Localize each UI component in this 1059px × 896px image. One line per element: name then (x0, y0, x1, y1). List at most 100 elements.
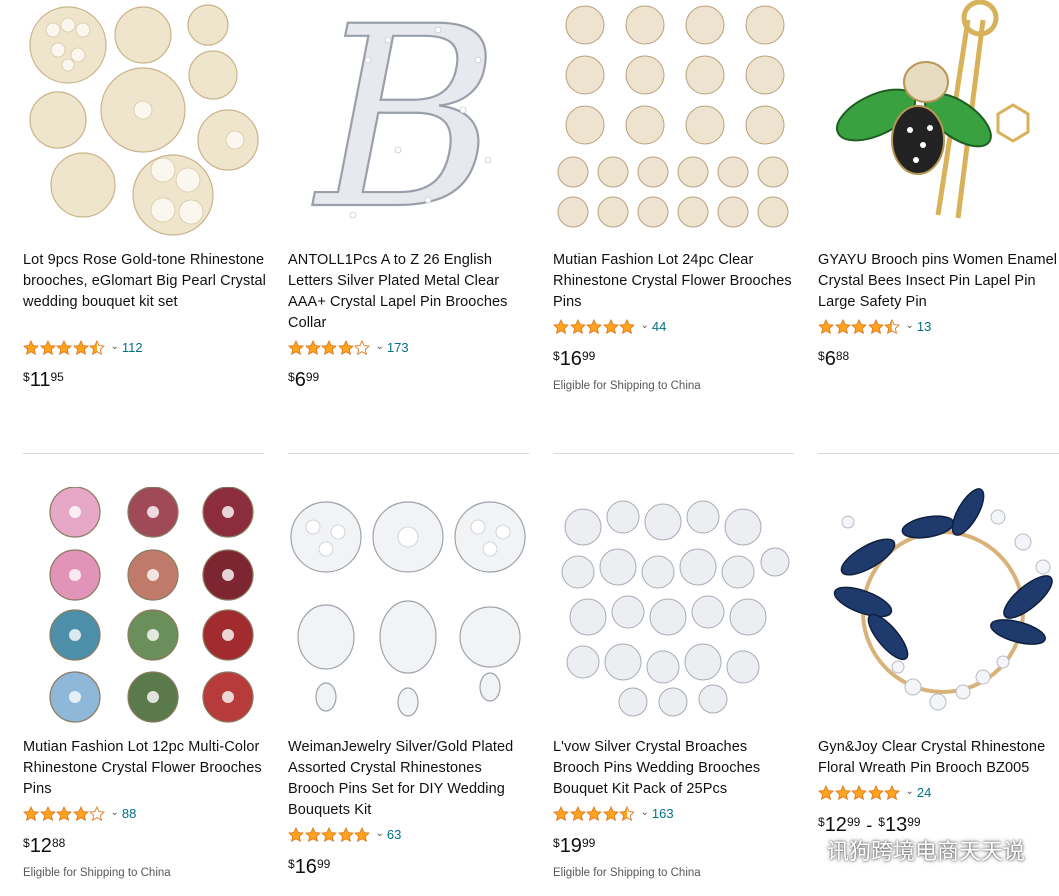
shipping-eligibility: Eligible for Shipping to China (553, 380, 701, 392)
star-rating[interactable] (23, 805, 106, 821)
star-icon (354, 339, 370, 355)
price-whole: 19 (559, 835, 582, 857)
chevron-down-icon[interactable]: ⌄ (111, 342, 119, 352)
product-price: $ 6 88 (818, 348, 849, 370)
product-image[interactable] (818, 487, 1059, 723)
chevron-down-icon[interactable]: ⌄ (111, 808, 119, 818)
review-count[interactable]: 63 (387, 827, 401, 842)
review-count[interactable]: 24 (917, 785, 931, 800)
star-rating[interactable] (23, 339, 106, 355)
price-whole: 16 (559, 348, 582, 370)
star-icon (586, 318, 602, 334)
product-title[interactable]: L'vow Silver Crystal Broaches Brooch Pin… (553, 737, 796, 800)
product-image[interactable]: B (288, 0, 529, 236)
product-image[interactable] (23, 0, 264, 236)
svg-text:B: B (312, 0, 500, 236)
product-price: $ 12 99 - $ 13 99 (818, 814, 921, 836)
shipping-eligibility: Eligible for Shipping to China (553, 867, 701, 879)
product-title[interactable]: WeimanJewelry Silver/Gold Plated Assorte… (288, 737, 531, 821)
product-rating[interactable]: ⌄ 173 (288, 338, 409, 356)
product-price: $ 16 99 (553, 348, 595, 370)
star-icon (354, 826, 370, 842)
row-divider (23, 453, 264, 454)
product-rating[interactable]: ⌄ 24 (818, 783, 931, 801)
chevron-down-icon[interactable]: ⌄ (376, 829, 384, 839)
star-icon (884, 318, 900, 334)
chevron-down-icon[interactable]: ⌄ (906, 787, 914, 797)
price-fraction: 99 (316, 857, 331, 871)
price-fraction: 88 (835, 349, 850, 363)
price-whole: 6 (294, 369, 306, 391)
price-fraction: 88 (51, 836, 66, 850)
product-image[interactable] (553, 487, 794, 723)
star-icon (867, 318, 884, 334)
row-divider (553, 453, 794, 454)
product-image[interactable] (818, 0, 1059, 236)
product-rating[interactable]: ⌄ 112 (23, 338, 143, 356)
product-title[interactable]: GYAYU Brooch pins Women Enamel Crystal B… (818, 250, 1059, 313)
star-rating[interactable] (288, 826, 371, 842)
product-title[interactable]: Lot 9pcs Rose Gold-tone Rhinestone brooc… (23, 250, 266, 313)
star-rating[interactable] (288, 339, 371, 355)
price-symbol: $ (288, 857, 295, 871)
price-whole: 6 (824, 348, 836, 370)
row-divider (288, 453, 529, 454)
product-rating[interactable]: ⌄ 63 (288, 825, 401, 843)
chevron-down-icon[interactable]: ⌄ (641, 808, 649, 818)
price-fraction: 99 (305, 370, 320, 384)
star-icon (304, 339, 321, 355)
product-title[interactable]: Mutian Fashion Lot 12pc Multi-Color Rhin… (23, 737, 266, 800)
star-rating[interactable] (553, 318, 636, 334)
star-icon (56, 805, 72, 821)
wechat-icon (783, 838, 818, 862)
product-image[interactable] (288, 487, 529, 723)
review-count[interactable]: 163 (652, 806, 674, 821)
product-rating[interactable]: ⌄ 13 (818, 317, 931, 335)
price-fraction: 95 (50, 370, 64, 384)
product-rating[interactable]: ⌄ 163 (553, 804, 674, 822)
product-price: $ 6 99 (288, 369, 319, 391)
product-price: $ 16 99 (288, 856, 330, 878)
product-title[interactable]: Mutian Fashion Lot 24pc Clear Rhinestone… (553, 250, 796, 313)
product-title[interactable]: ANTOLL1Pcs A to Z 26 English Letters Sil… (288, 250, 531, 334)
product-rating[interactable]: ⌄ 44 (553, 317, 666, 335)
chevron-down-icon[interactable]: ⌄ (376, 342, 384, 352)
price-symbol: $ (288, 370, 295, 384)
review-count[interactable]: 173 (387, 340, 409, 355)
review-count[interactable]: 13 (917, 319, 931, 334)
price-fraction: 99 (581, 349, 596, 363)
star-icon (39, 339, 56, 355)
review-count[interactable]: 44 (652, 319, 666, 334)
star-icon (321, 826, 337, 842)
price-whole: 12 (824, 814, 847, 836)
product-image[interactable] (23, 487, 264, 723)
star-icon (288, 339, 304, 355)
star-icon (89, 339, 105, 355)
star-icon (834, 318, 851, 334)
price-symbol: $ (23, 836, 30, 850)
star-rating[interactable] (818, 318, 901, 334)
star-icon (288, 826, 304, 842)
product-title[interactable]: Gyn&Joy Clear Crystal Rhinestone Floral … (818, 737, 1059, 779)
star-icon (867, 784, 884, 800)
product-image[interactable] (553, 0, 794, 236)
review-count[interactable]: 112 (122, 340, 143, 355)
star-icon (337, 339, 354, 355)
star-rating[interactable] (553, 805, 636, 821)
star-icon (39, 805, 56, 821)
star-icon (851, 784, 867, 800)
chevron-down-icon[interactable]: ⌄ (641, 321, 649, 331)
price-range-fraction: 99 (907, 815, 921, 829)
price-symbol: $ (23, 370, 30, 384)
product-price: $ 11 95 (23, 369, 64, 391)
star-icon (553, 805, 569, 821)
product-rating[interactable]: ⌄ 88 (23, 804, 136, 822)
review-count[interactable]: 88 (122, 806, 136, 821)
star-icon (321, 339, 337, 355)
price-symbol: $ (818, 815, 825, 829)
product-price: $ 12 88 (23, 835, 65, 857)
star-rating[interactable] (818, 784, 901, 800)
chevron-down-icon[interactable]: ⌄ (906, 321, 914, 331)
price-fraction: 99 (846, 815, 861, 829)
row-divider (818, 453, 1059, 454)
